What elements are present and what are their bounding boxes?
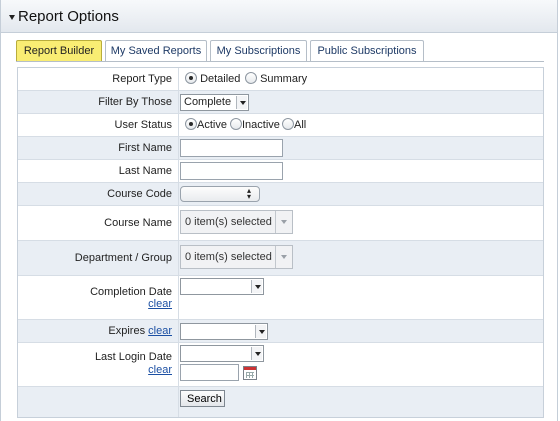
- status-all-option[interactable]: All: [282, 118, 306, 131]
- chevron-down-icon: [251, 280, 262, 293]
- last-login-label: Last Login Date: [94, 351, 172, 363]
- row-course-code: Course Code ▴ ▾: [18, 183, 543, 206]
- row-course-name: Course Name 0 item(s) selected: [18, 206, 543, 241]
- row-last-name: Last Name: [18, 160, 543, 183]
- row-user-status: User Status Active Inactive All: [18, 114, 543, 137]
- status-active-option[interactable]: Active: [185, 118, 227, 131]
- chevron-down-icon: [275, 211, 292, 233]
- course-code-select[interactable]: ▴ ▾: [180, 186, 260, 202]
- summary-radio[interactable]: [245, 72, 257, 84]
- completion-date-select[interactable]: [180, 278, 264, 295]
- collapse-triangle-icon[interactable]: [9, 15, 15, 20]
- filter-by-select[interactable]: Complete: [180, 94, 249, 111]
- row-filter-by: Filter By Those Complete: [18, 91, 543, 114]
- inactive-radio[interactable]: [230, 118, 242, 130]
- page-title: Report Options: [18, 8, 119, 25]
- row-completion-date: Completion Date clear: [18, 276, 543, 320]
- chevron-down-icon: [255, 325, 266, 338]
- calendar-icon[interactable]: [243, 366, 257, 380]
- tab-my-subscriptions[interactable]: My Subscriptions: [210, 40, 307, 62]
- tab-public-subscriptions[interactable]: Public Subscriptions: [310, 40, 424, 62]
- tab-report-builder[interactable]: Report Builder: [16, 40, 102, 62]
- status-inactive-option[interactable]: Inactive: [230, 118, 280, 131]
- active-radio[interactable]: [185, 118, 197, 130]
- report-type-label: Report Type: [112, 73, 172, 85]
- last-name-input[interactable]: [180, 162, 283, 180]
- filter-by-label: Filter By Those: [98, 96, 172, 108]
- chevron-down-icon: [236, 96, 247, 109]
- detailed-radio[interactable]: [185, 72, 197, 84]
- report-options-header[interactable]: Report Options: [0, 0, 558, 33]
- last-login-clear-link[interactable]: clear: [148, 364, 172, 376]
- tab-my-saved-reports[interactable]: My Saved Reports: [105, 40, 207, 62]
- last-login-date-input[interactable]: [180, 364, 239, 381]
- expires-label-group: Expires clear: [108, 325, 172, 337]
- department-label: Department / Group: [74, 252, 172, 264]
- expires-clear-link[interactable]: clear: [148, 325, 172, 337]
- course-code-label: Course Code: [107, 188, 172, 200]
- up-down-arrows-icon: ▴ ▾: [246, 186, 251, 201]
- completion-date-label: Completion Date: [90, 286, 172, 298]
- tab-divider: [16, 61, 544, 62]
- report-options-panel: Report Builder My Saved Reports My Subsc…: [0, 33, 558, 421]
- chevron-down-icon: [275, 246, 292, 268]
- expires-label: Expires: [108, 325, 146, 337]
- all-radio[interactable]: [282, 118, 294, 130]
- last-name-label: Last Name: [118, 165, 172, 177]
- report-type-summary-option[interactable]: Summary: [245, 72, 307, 85]
- course-name-multiselect[interactable]: 0 item(s) selected: [180, 210, 293, 234]
- last-login-select[interactable]: [180, 345, 264, 362]
- row-department: Department / Group 0 item(s) selected: [18, 241, 543, 276]
- report-form: Report Type Detailed Summary Filter By T…: [17, 67, 544, 418]
- row-last-login: Last Login Date clear: [18, 343, 543, 387]
- row-expires: Expires clear: [18, 320, 543, 343]
- expires-select[interactable]: [180, 323, 268, 340]
- report-type-detailed-option[interactable]: Detailed: [185, 72, 240, 85]
- first-name-label: First Name: [118, 142, 172, 154]
- chevron-down-icon: [251, 347, 262, 360]
- completion-date-clear-link[interactable]: clear: [148, 298, 172, 310]
- department-multiselect[interactable]: 0 item(s) selected: [180, 245, 293, 269]
- row-first-name: First Name: [18, 137, 543, 160]
- row-report-type: Report Type Detailed Summary: [18, 68, 543, 91]
- search-button[interactable]: Search: [180, 390, 225, 407]
- course-name-label: Course Name: [104, 217, 172, 229]
- first-name-input[interactable]: [180, 139, 283, 157]
- row-search: Search: [18, 387, 543, 417]
- user-status-label: User Status: [114, 119, 172, 131]
